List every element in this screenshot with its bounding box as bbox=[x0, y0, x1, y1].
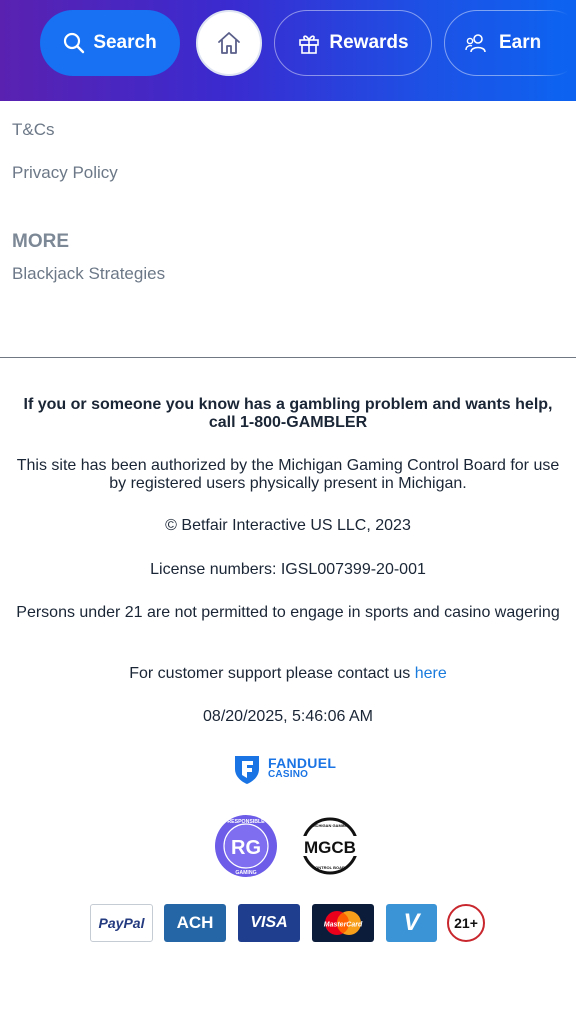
visa-logo: VISA bbox=[238, 904, 300, 942]
rewards-button[interactable]: Rewards bbox=[274, 10, 432, 76]
search-icon bbox=[64, 32, 85, 54]
visa-label: VISA bbox=[250, 914, 288, 931]
mgcb-badge-top-text: MICHIGAN GAMING bbox=[311, 823, 349, 828]
mastercard-icon: MasterCard bbox=[324, 911, 363, 935]
venmo-label: V bbox=[403, 909, 420, 936]
mgcb-badge-label: MGCB bbox=[304, 838, 356, 857]
copyright-text: © Betfair Interactive US LLC, 2023 bbox=[165, 517, 411, 534]
nav-scroll-fade bbox=[536, 0, 576, 101]
rg-badge-top-text: RESPONSIBLE bbox=[227, 819, 265, 825]
license-text: License numbers: IGSL007399-20-001 bbox=[150, 561, 426, 578]
age-21-plus-badge: 21+ bbox=[447, 904, 485, 942]
support-here-link[interactable]: here bbox=[415, 665, 447, 682]
earn-button-label: Earn bbox=[499, 32, 542, 53]
paypal-logo: PayPal bbox=[90, 904, 153, 942]
top-nav-bar: Search Rewards Earn bbox=[0, 0, 576, 101]
home-button[interactable] bbox=[196, 10, 262, 76]
support-prefix: For customer support please contact us bbox=[129, 665, 411, 682]
search-button-label: Search bbox=[93, 32, 157, 53]
timestamp: 08/20/2025, 5:46:06 AM bbox=[203, 708, 373, 725]
rewards-button-label: Rewards bbox=[329, 32, 409, 53]
fanduel-shield-icon bbox=[235, 756, 259, 784]
venmo-logo: V bbox=[386, 904, 437, 942]
authorization-notice: This site has been authorized by the Mic… bbox=[16, 457, 560, 492]
age-21-plus-label: 21+ bbox=[454, 915, 478, 931]
search-button[interactable]: Search bbox=[40, 10, 180, 76]
more-section-heading: MORE bbox=[12, 231, 69, 252]
fanduel-wordmark: FANDUEL bbox=[268, 755, 337, 771]
ach-label: ACH bbox=[176, 913, 214, 932]
paypal-label: PayPal bbox=[98, 915, 145, 931]
mgcb-badge-bottom-text: CONTROL BOARD bbox=[312, 865, 348, 870]
mgcb-badge[interactable]: MGCB MICHIGAN GAMING CONTROL BOARD bbox=[298, 817, 362, 875]
casino-wordmark: CASINO bbox=[268, 769, 309, 780]
gambling-help-notice: If you or someone you know has a gamblin… bbox=[23, 396, 553, 431]
users-icon bbox=[465, 34, 486, 53]
mastercard-label: MasterCard bbox=[324, 922, 363, 929]
gift-icon bbox=[299, 35, 320, 54]
fanduel-casino-logo: FANDUEL CASINO bbox=[232, 752, 348, 786]
responsible-gaming-badge[interactable]: RG RESPONSIBLE GAMING bbox=[214, 814, 278, 878]
home-icon bbox=[218, 32, 240, 54]
privacy-policy-link[interactable]: Privacy Policy bbox=[12, 163, 118, 183]
blackjack-strategies-link[interactable]: Blackjack Strategies bbox=[12, 264, 165, 284]
terms-link[interactable]: T&Cs bbox=[12, 120, 55, 140]
mastercard-logo: MasterCard bbox=[312, 904, 374, 942]
footer-divider bbox=[0, 357, 576, 358]
rg-badge-label: RG bbox=[231, 837, 261, 859]
age-restriction-notice: Persons under 21 are not permitted to en… bbox=[16, 604, 560, 621]
rg-badge-bottom-text: GAMING bbox=[235, 870, 256, 876]
customer-support-text: For customer support please contact us h… bbox=[14, 665, 562, 683]
ach-logo: ACH bbox=[164, 904, 226, 942]
